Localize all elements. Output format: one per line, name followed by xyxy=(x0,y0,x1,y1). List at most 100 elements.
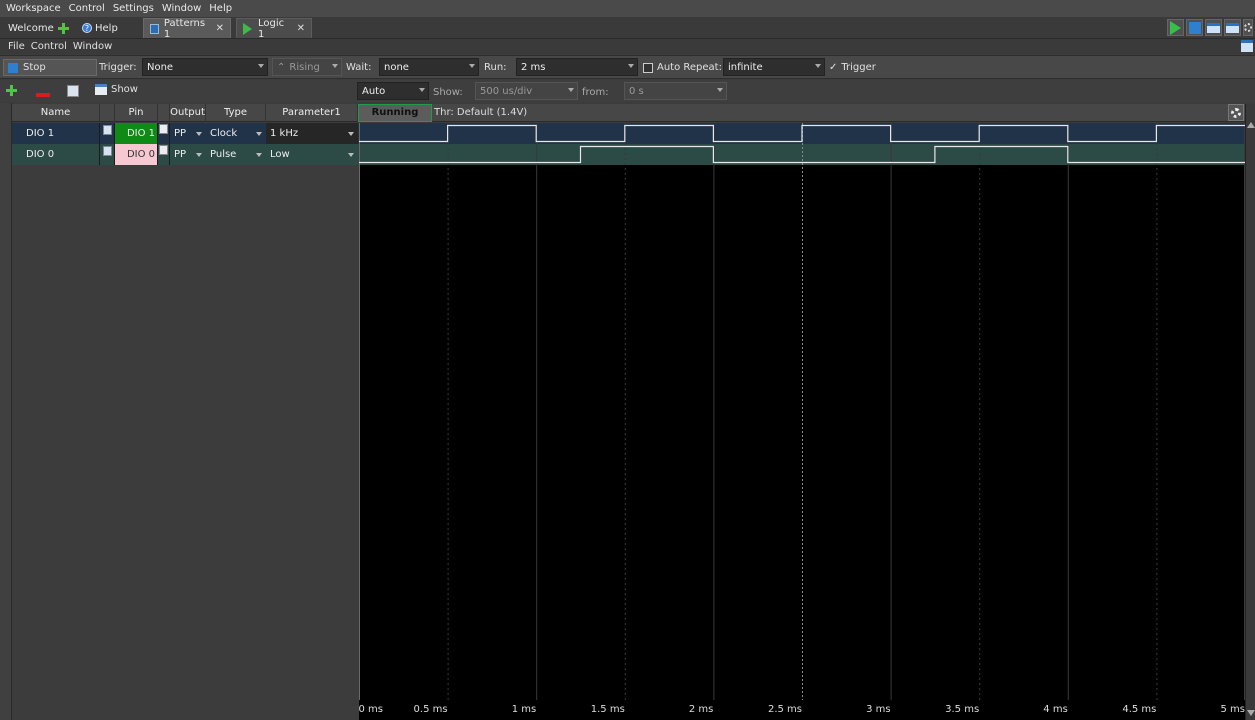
waveform-plot[interactable] xyxy=(359,123,1245,701)
submenu-control[interactable]: Control xyxy=(31,41,67,52)
signals-header: Name Pin Output Type Parameter1 Running … xyxy=(12,104,1245,122)
remove-signal-button[interactable] xyxy=(36,89,50,100)
chevron-down-icon xyxy=(568,88,574,92)
type-select[interactable]: Pulse xyxy=(206,144,266,165)
output-select[interactable]: PP xyxy=(170,144,206,165)
dock-icon[interactable] xyxy=(1241,40,1253,52)
tick-label: 1 ms xyxy=(511,704,537,715)
check-icon: ✓ xyxy=(829,62,838,73)
chevron-down-icon xyxy=(332,64,338,68)
pin-cell[interactable]: DIO 0 xyxy=(115,144,158,165)
run-value: 2 ms xyxy=(521,61,546,73)
output-value: PP xyxy=(174,149,187,160)
chevron-down-icon xyxy=(258,64,264,68)
row-doc-cell[interactable] xyxy=(100,144,115,165)
timebase-select[interactable]: 500 us/div xyxy=(475,82,578,100)
menu-help[interactable]: Help xyxy=(209,3,232,14)
auto-repeat-checkbox[interactable]: Auto Repeat: xyxy=(643,59,722,76)
tab-welcome[interactable]: Welcome xyxy=(2,18,75,38)
submenu-file[interactable]: File xyxy=(8,41,25,52)
header-spacer xyxy=(100,104,115,122)
menu-workspace[interactable]: Workspace xyxy=(6,3,61,14)
tab-help[interactable]: ? Help xyxy=(76,18,124,38)
list-icon xyxy=(95,84,107,95)
edit-signal-button[interactable] xyxy=(67,85,79,100)
chevron-down-icon xyxy=(196,153,202,157)
close-icon[interactable]: ✕ xyxy=(297,23,305,34)
tick-label: 3.5 ms xyxy=(945,704,980,715)
run-all-button[interactable] xyxy=(1167,19,1184,36)
chevron-down-icon xyxy=(256,153,262,157)
trigger-check-label: Trigger xyxy=(841,62,876,73)
tick-label: 0 ms xyxy=(358,704,384,715)
show-button[interactable]: Show xyxy=(95,84,138,95)
patterns-icon xyxy=(150,23,159,34)
scroll-down-icon[interactable] xyxy=(1247,710,1255,716)
row-doc-cell[interactable] xyxy=(100,123,115,144)
table-row[interactable]: DIO 1 DIO 1 PP Clock 1 kHz xyxy=(12,123,359,144)
tab-welcome-label: Welcome xyxy=(8,22,54,34)
type-value: Clock xyxy=(210,128,238,139)
tick-label: 2.5 ms xyxy=(767,704,802,715)
row-edit-cell[interactable] xyxy=(158,144,170,165)
stop-all-button[interactable] xyxy=(1186,19,1203,36)
plus-icon[interactable] xyxy=(57,22,69,34)
output-select[interactable]: PP xyxy=(170,123,206,144)
header-parameter1: Parameter1 xyxy=(266,104,358,122)
mode-value: Auto xyxy=(362,85,386,97)
edge-select[interactable]: ⌃ Rising xyxy=(272,58,342,76)
plot-settings-button[interactable] xyxy=(1228,104,1244,121)
menu-settings[interactable]: Settings xyxy=(113,3,154,14)
stop-icon xyxy=(8,62,18,73)
header-output: Output xyxy=(170,104,206,122)
type-select[interactable]: Clock xyxy=(206,123,266,144)
stop-button[interactable]: Stop xyxy=(3,59,97,76)
edge-value: Rising xyxy=(289,61,320,73)
repeat-select[interactable]: infinite xyxy=(723,58,825,76)
tick-label: 4.5 ms xyxy=(1122,704,1157,715)
tile-windows-button[interactable] xyxy=(1224,19,1241,36)
row-edit-cell[interactable] xyxy=(158,123,170,144)
show-label: Show xyxy=(111,84,138,95)
chevron-down-icon xyxy=(717,88,723,92)
signals-toolbar: Show Auto Show: 500 us/div from: 0 s xyxy=(0,80,1255,102)
threshold-label[interactable]: Thr: Default (1.4V) xyxy=(434,104,527,122)
trigger-check[interactable]: ✓ Trigger xyxy=(829,59,876,76)
wait-select[interactable]: none xyxy=(379,58,479,76)
vertical-scrollbar[interactable] xyxy=(1245,104,1255,720)
run-label: Run: xyxy=(484,62,507,73)
submenu-window[interactable]: Window xyxy=(73,41,112,52)
trigger-select[interactable]: None xyxy=(142,58,268,76)
timebase-value: 500 us/div xyxy=(480,85,533,97)
add-signal-button[interactable] xyxy=(6,85,19,98)
tick-label: 5 ms xyxy=(1220,704,1246,715)
run-select[interactable]: 2 ms xyxy=(516,58,638,76)
tick-label: 1.5 ms xyxy=(590,704,625,715)
mode-select[interactable]: Auto xyxy=(357,82,429,100)
minus-icon xyxy=(36,93,50,97)
tab-logic-1[interactable]: Logic 1 ✕ xyxy=(236,18,312,40)
settings-button[interactable] xyxy=(1243,19,1253,36)
parameter-select[interactable]: 1 kHz xyxy=(266,123,358,144)
windows-icon xyxy=(1207,22,1220,33)
windows-icon xyxy=(1226,22,1239,33)
menu-window[interactable]: Window xyxy=(162,3,201,14)
scroll-up-icon[interactable] xyxy=(1246,122,1255,128)
row-gutter xyxy=(0,103,12,720)
signal-name: DIO 1 xyxy=(26,123,100,144)
parameter-select[interactable]: Low xyxy=(266,144,358,165)
tab-patterns-1[interactable]: Patterns 1 ✕ xyxy=(143,18,231,40)
menu-control[interactable]: Control xyxy=(69,3,105,14)
signal-name: DIO 0 xyxy=(26,144,100,165)
edit-icon xyxy=(67,85,79,97)
chevron-down-icon xyxy=(196,132,202,136)
table-row[interactable]: DIO 0 DIO 0 PP Pulse Low xyxy=(12,144,359,165)
from-select[interactable]: 0 s xyxy=(624,82,727,100)
close-icon[interactable]: ✕ xyxy=(216,23,224,34)
show-label-2: Show: xyxy=(433,87,463,98)
pin-cell[interactable]: DIO 1 xyxy=(115,123,158,144)
cascade-windows-button[interactable] xyxy=(1205,19,1222,36)
auto-repeat-label: Auto Repeat: xyxy=(657,62,722,73)
instrument-menu: File Control Window xyxy=(0,39,1255,54)
chevron-down-icon xyxy=(348,153,354,157)
